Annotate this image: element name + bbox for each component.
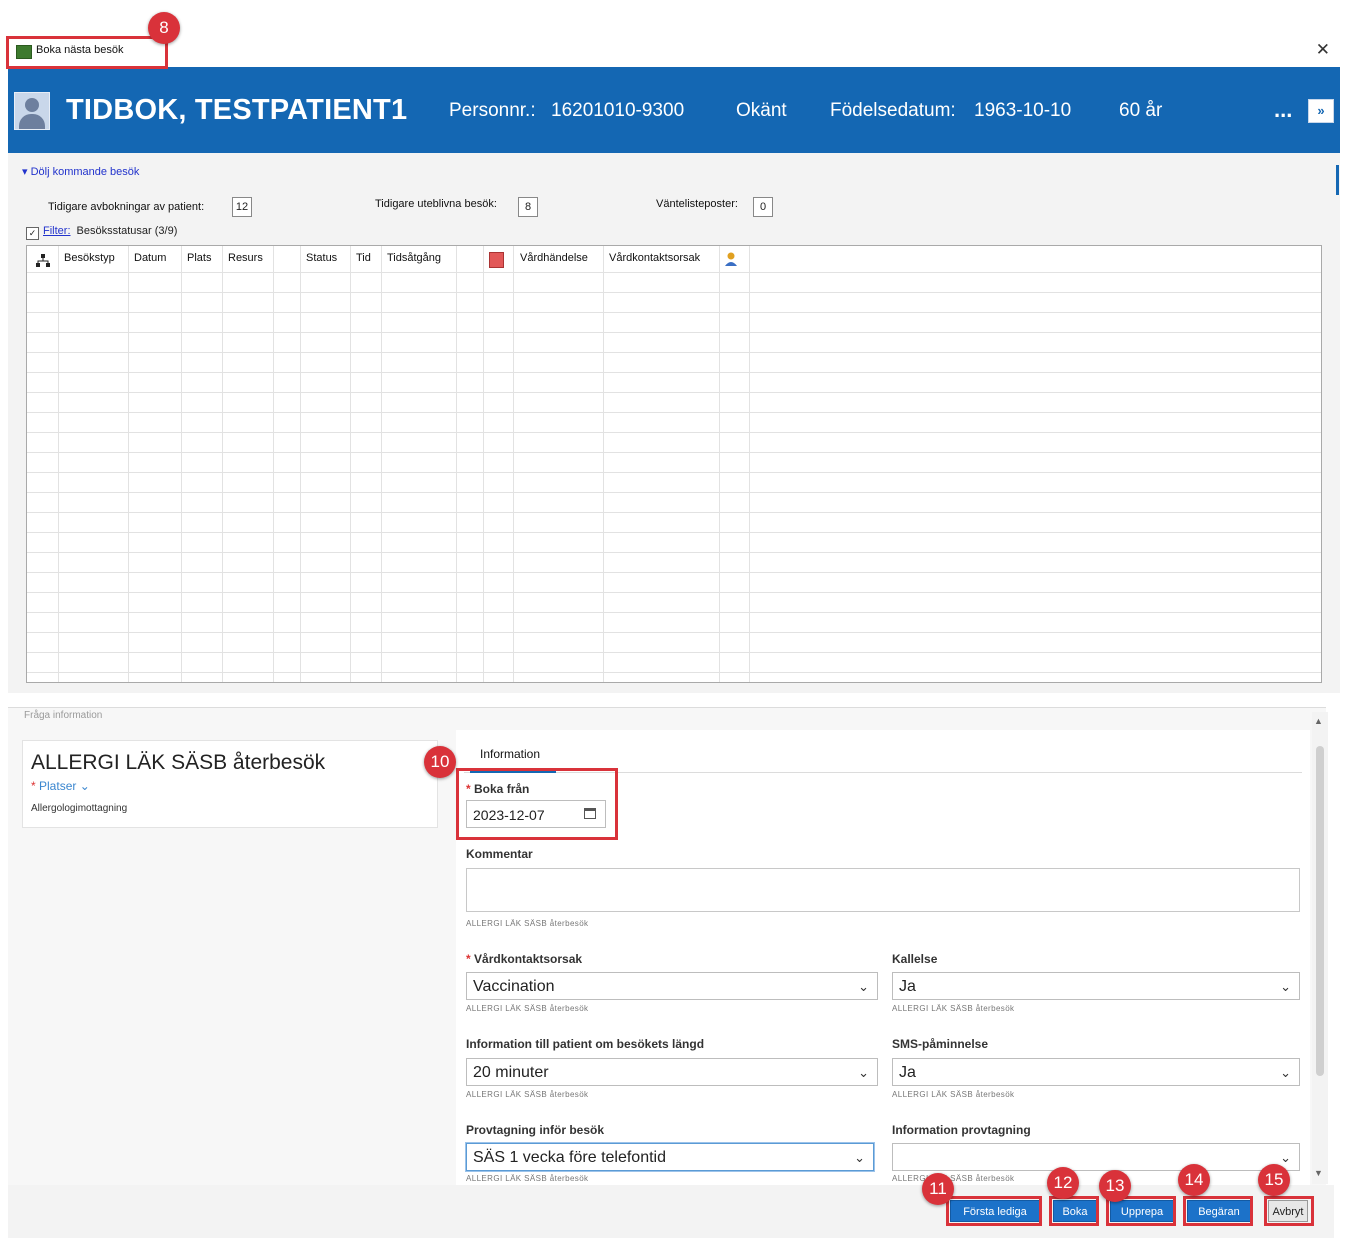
annotation-badge: 15 (1258, 1164, 1290, 1196)
divider-strip (8, 693, 1340, 707)
sms-value: Ja (899, 1064, 916, 1081)
chevron-down-icon: ⌄ (79, 779, 90, 793)
annotation-badge: 13 (1099, 1170, 1131, 1202)
patient-age: 60 år (1119, 100, 1163, 121)
col-status[interactable]: Status (306, 252, 337, 264)
annotation-badge: 11 (922, 1173, 954, 1205)
annotation-box-begaran (1183, 1196, 1253, 1226)
book-icon (489, 252, 504, 268)
dob-label: Födelsedatum: (830, 100, 956, 121)
chevron-down-icon: ⌄ (854, 1150, 865, 1165)
vardkontaktsorsak-label-text: Vårdkontaktsorsak (474, 952, 583, 966)
close-icon[interactable]: ✕ (1316, 40, 1330, 60)
toggle-label: Dölj kommande besök (30, 166, 140, 178)
annotation-box-avbryt (1264, 1196, 1314, 1226)
info-langd-select[interactable]: 20 minuter ⌄ (466, 1058, 878, 1086)
info-provtagning-select[interactable]: ⌄ (892, 1143, 1300, 1171)
vardkontaktsorsak-select[interactable]: Vaccination ⌄ (466, 972, 878, 1000)
provtagning-label: Provtagning inför besök (466, 1123, 605, 1137)
kallelse-select[interactable]: Ja ⌄ (892, 972, 1300, 1000)
col-vardkontaktsorsak[interactable]: Vårdkontaktsorsak (609, 252, 700, 264)
chevron-down-icon: ⌄ (858, 1065, 869, 1080)
info-langd-value: 20 minuter (473, 1064, 549, 1081)
platser-label: Platser (39, 779, 77, 793)
hierarchy-icon (36, 254, 50, 267)
personnr-label: Personnr.: (449, 100, 536, 121)
filter-link[interactable]: Filter: (43, 225, 71, 237)
col-tid[interactable]: Tid (356, 252, 371, 264)
prior-cancellations-label: Tidigare avbokningar av patient: (48, 201, 205, 213)
section-label: Fråga information (24, 710, 103, 721)
kallelse-label: Kallelse (892, 952, 938, 966)
clinic-name: Allergologimottagning (31, 803, 128, 814)
platser-dropdown[interactable]: * Platser ⌄ (31, 779, 90, 793)
person-icon (725, 252, 737, 266)
upcoming-visits-table[interactable]: Besökstyp Datum Plats Resurs Status Tid … (26, 245, 1322, 683)
annotation-box-window-title (6, 36, 168, 69)
col-resurs[interactable]: Resurs (228, 252, 263, 264)
info-provtagning-label: Information provtagning (892, 1123, 1031, 1137)
sms-label: SMS-påminnelse (892, 1037, 989, 1051)
scroll-thumb[interactable] (1316, 746, 1324, 1076)
filter-checkbox[interactable]: ✓ (26, 227, 39, 240)
source-hint: ALLERGI LÄK SÄSB återbesök (466, 1174, 589, 1183)
source-hint: ALLERGI LÄK SÄSB återbesök (892, 1090, 1015, 1099)
sms-select[interactable]: Ja ⌄ (892, 1058, 1300, 1086)
visit-title: ALLERGI LÄK SÄSB återbesök (31, 751, 326, 774)
toggle-upcoming-visits-link[interactable]: ▾ Dölj kommande besök (22, 165, 139, 178)
provtagning-select[interactable]: SÄS 1 vecka före telefontid ⌄ (466, 1143, 874, 1171)
vardkontaktsorsak-value: Vaccination (473, 978, 555, 995)
chevron-down-icon: ⌄ (1280, 979, 1291, 994)
waitlist-count: 0 (753, 197, 773, 217)
scroll-down-icon[interactable]: ▼ (1314, 1168, 1323, 1178)
patient-name: TIDBOK, TESTPATIENT1 (66, 94, 408, 126)
annotation-badge: 10 (424, 746, 456, 778)
scrollbar[interactable]: ▲ ▼ (1312, 712, 1328, 1184)
dob-value: 1963-10-10 (974, 100, 1072, 121)
info-langd-label: Information till patient om besökets län… (466, 1037, 705, 1051)
col-tidsatgang[interactable]: Tidsåtgång (387, 252, 441, 264)
more-info-button[interactable]: ... (1274, 97, 1292, 123)
col-besokstyp[interactable]: Besökstyp (64, 252, 115, 264)
annotation-badge: 8 (148, 12, 180, 44)
col-vardhandelse[interactable]: Vårdhändelse (520, 252, 588, 264)
annotation-badge: 12 (1047, 1167, 1079, 1199)
source-hint: ALLERGI LÄK SÄSB återbesök (466, 919, 589, 928)
col-plats[interactable]: Plats (187, 252, 211, 264)
vardkontaktsorsak-label: * Vårdkontaktsorsak (466, 952, 583, 966)
source-hint: ALLERGI LÄK SÄSB återbesök (892, 1174, 1015, 1183)
col-datum[interactable]: Datum (134, 252, 166, 264)
personnr-value: 16201010-9300 (551, 100, 685, 121)
waitlist-label: Väntelisteposter: (656, 198, 738, 210)
annotation-box-boka-fran (456, 768, 618, 840)
annotation-box-forsta-lediga (946, 1196, 1042, 1226)
source-hint: ALLERGI LÄK SÄSB återbesök (466, 1090, 589, 1099)
source-hint: ALLERGI LÄK SÄSB återbesök (892, 1004, 1015, 1013)
annotation-badge: 14 (1178, 1164, 1210, 1196)
kommentar-label: Kommentar (466, 847, 533, 861)
filter-row: ✓ Filter: Besöksstatusar (3/9) (26, 225, 177, 240)
tab-information[interactable]: Information (480, 747, 540, 761)
prior-noshows-label: Tidigare uteblivna besök: (375, 198, 497, 210)
visit-card: ALLERGI LÄK SÄSB återbesök * Platser ⌄ A… (22, 740, 438, 828)
patient-gender: Okänt (736, 100, 787, 121)
window-titlebar: Boka nästa besök ✕ (8, 36, 1340, 67)
provtagning-value: SÄS 1 vecka före telefontid (473, 1149, 666, 1166)
patient-header: TIDBOK, TESTPATIENT1 Personnr.: 16201010… (8, 67, 1340, 153)
scroll-up-icon[interactable]: ▲ (1314, 716, 1323, 726)
filter-status: Besöksstatusar (3/9) (76, 225, 178, 237)
chevron-down-icon: ⌄ (858, 979, 869, 994)
chevron-down-icon: ⌄ (1280, 1065, 1291, 1080)
source-hint: ALLERGI LÄK SÄSB återbesök (466, 1004, 589, 1013)
patient-avatar-icon (14, 92, 50, 130)
prior-cancellations-count: 12 (232, 197, 252, 217)
right-edge-bar (1334, 153, 1340, 693)
expand-header-button[interactable]: » (1308, 99, 1334, 123)
annotation-box-boka (1049, 1196, 1099, 1226)
prior-noshows-count: 8 (518, 197, 538, 217)
kallelse-value: Ja (899, 978, 916, 995)
kommentar-textarea[interactable] (466, 868, 1300, 912)
